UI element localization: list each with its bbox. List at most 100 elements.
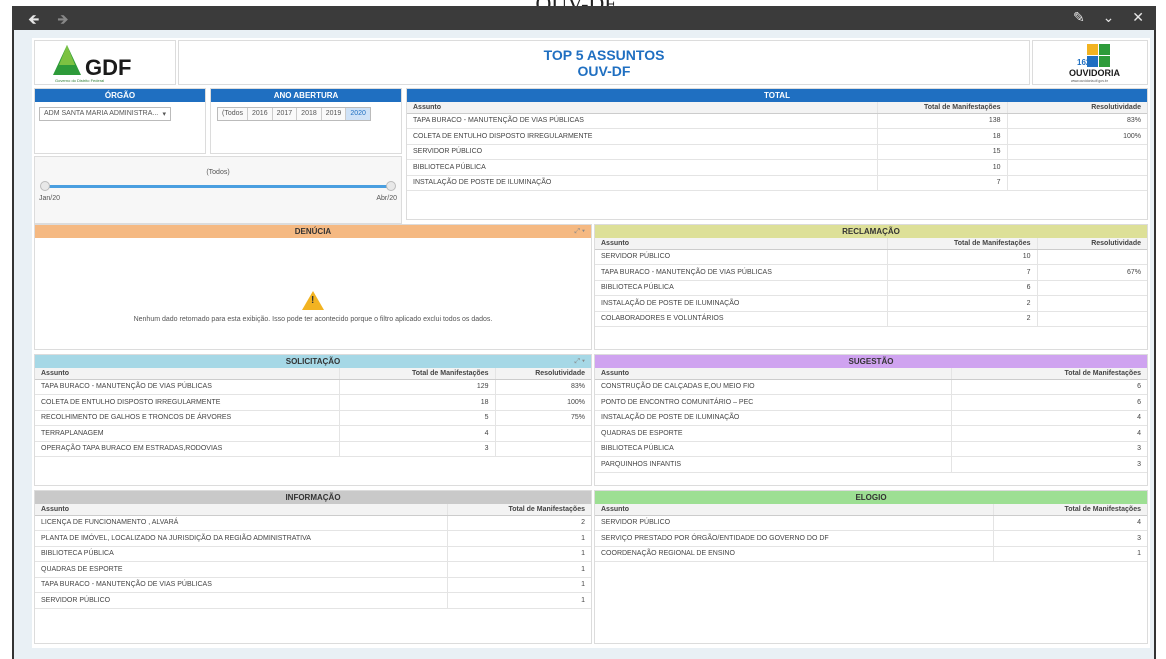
table-row[interactable]: PARQUINHOS INFANTIS 3	[595, 456, 1147, 473]
table-cell: BIBLIOTECA PÚBLICA	[407, 159, 877, 176]
table-cell: COLABORADORES E VOLUNTÁRIOS	[595, 311, 887, 327]
back-arrow-icon[interactable]: 🡸	[28, 11, 39, 27]
solicitacao-table: Assunto Total de Manifestações Resolutiv…	[35, 368, 591, 457]
table-row[interactable]: BIBLIOTECA PÚBLICA 10	[407, 159, 1147, 176]
table-cell: QUADRAS DE ESPORTE	[595, 425, 951, 442]
chevron-down-icon[interactable]: ⌄	[1103, 9, 1115, 25]
year-option-2019[interactable]: 2019	[322, 108, 347, 120]
table-cell: 4	[950, 410, 1147, 426]
table-row[interactable]: QUADRAS DE ESPORTE 4	[595, 425, 1147, 442]
table-row[interactable]: PONTO DE ENCONTRO COMUNITÁRIO – PEC 6	[595, 394, 1147, 411]
column-header[interactable]: Assunto	[595, 238, 887, 250]
column-header[interactable]: Assunto	[595, 504, 993, 516]
column-header[interactable]: Total de Manifestações	[876, 102, 1007, 114]
column-header[interactable]: Total de Manifestações	[886, 238, 1037, 250]
denuncia-header: DENÚCIA ⤢ ▾	[35, 225, 591, 238]
window-toolbar: 🡸 🡺 ✎ ⌄ ✕	[12, 6, 1156, 30]
table-row[interactable]: SERVIDOR PÚBLICO 4	[595, 515, 1147, 531]
table-row[interactable]: TAPA BURACO - MANUTENÇÃO DE VIAS PÚBLICA…	[35, 577, 591, 593]
table-cell	[494, 425, 591, 442]
expand-icon[interactable]: ⤢ ▾	[575, 225, 586, 238]
expand-icon[interactable]: ⤢ ▾	[575, 355, 586, 368]
table-row[interactable]: COLETA DE ENTULHO DISPOSTO IRREGULARMENT…	[407, 128, 1147, 145]
edit-pencil-icon[interactable]: ✎	[1073, 9, 1085, 25]
table-cell: 10	[876, 159, 1007, 176]
elogio-panel: ELOGIO Assunto Total de Manifestações SE…	[594, 490, 1148, 644]
table-row[interactable]: COLABORADORES E VOLUNTÁRIOS 2	[595, 311, 1147, 327]
chevron-down-icon: ▾	[162, 111, 166, 118]
slider-track[interactable]	[45, 185, 391, 188]
table-cell: 2	[886, 295, 1037, 312]
table-cell: COLETA DE ENTULHO DISPOSTO IRREGULARMENT…	[35, 394, 339, 411]
table-row[interactable]: QUADRAS DE ESPORTE 1	[35, 561, 591, 578]
table-row[interactable]: TAPA BURACO - MANUTENÇÃO DE VIAS PÚBLICA…	[595, 264, 1147, 281]
table-row[interactable]: INSTALAÇÃO DE POSTE DE ILUMINAÇÃO 4	[595, 410, 1147, 426]
column-header[interactable]: Assunto	[407, 102, 877, 114]
table-row[interactable]: COLETA DE ENTULHO DISPOSTO IRREGULARMENT…	[35, 394, 591, 411]
table-cell: 129	[338, 379, 495, 395]
year-option-2018[interactable]: 2018	[297, 108, 322, 120]
table-cell	[1036, 295, 1147, 312]
year-option-2020[interactable]: 2020	[346, 108, 370, 120]
table-row[interactable]: OPERAÇÃO TAPA BURACO EM ESTRADAS,RODOVIA…	[35, 441, 591, 457]
forward-arrow-icon[interactable]: 🡺	[57, 11, 68, 27]
table-row[interactable]: SERVIDOR PÚBLICO 1	[35, 592, 591, 609]
table-row[interactable]: TAPA BURACO - MANUTENÇÃO DE VIAS PÚBLICA…	[35, 379, 591, 395]
column-header[interactable]: Assunto	[35, 368, 339, 380]
column-header[interactable]: Total de Manifestações	[992, 504, 1147, 516]
column-header[interactable]: Assunto	[595, 368, 951, 380]
dashboard-title: TOP 5 ASSUNTOS	[543, 47, 665, 63]
dashboard: GDF Governo do Distrito Federal TOP 5 AS…	[32, 38, 1150, 648]
year-option-2016[interactable]: 2016	[248, 108, 273, 120]
year-option-todos[interactable]: (Todos	[218, 108, 249, 120]
table-row[interactable]: LICENÇA DE FUNCIONAMENTO , ALVARÁ 2	[35, 515, 591, 531]
column-header[interactable]: Resolutividade	[494, 368, 591, 380]
table-cell: SERVIÇO PRESTADO POR ÓRGÃO/ENTIDADE DO G…	[595, 530, 993, 547]
column-header[interactable]: Total de Manifestações	[338, 368, 495, 380]
table-row[interactable]: INSTALAÇÃO DE POSTE DE ILUMINAÇÃO 2	[595, 295, 1147, 312]
informacao-header: INFORMAÇÃO	[35, 491, 591, 504]
table-row[interactable]: BIBLIOTECA PÚBLICA 6	[595, 280, 1147, 296]
solicitacao-header: SOLICITAÇÃO ⤢ ▾	[35, 355, 591, 368]
table-row[interactable]: CONSTRUÇÃO DE CALÇADAS E,OU MEIO FIO 6	[595, 379, 1147, 395]
close-icon[interactable]: ✕	[1132, 9, 1144, 25]
table-cell: 3	[950, 441, 1147, 457]
table-row[interactable]: SERVIDOR PÚBLICO 10	[595, 249, 1147, 265]
table-cell: INSTALAÇÃO DE POSTE DE ILUMINAÇÃO	[407, 175, 877, 191]
table-cell	[1036, 249, 1147, 265]
table-cell: SERVIDOR PÚBLICO	[407, 144, 877, 160]
table-cell: CONSTRUÇÃO DE CALÇADAS E,OU MEIO FIO	[595, 379, 951, 395]
table-row[interactable]: SERVIDOR PÚBLICO 15	[407, 144, 1147, 160]
table-row[interactable]: INSTALAÇÃO DE POSTE DE ILUMINAÇÃO 7	[407, 175, 1147, 191]
table-row[interactable]: BIBLIOTECA PÚBLICA 1	[35, 546, 591, 562]
table-row[interactable]: COORDENAÇÃO REGIONAL DE ENSINO 1	[595, 546, 1147, 562]
year-option-2017[interactable]: 2017	[273, 108, 298, 120]
reclamacao-panel: RECLAMAÇÃO Assunto Total de Manifestaçõe…	[594, 224, 1148, 350]
table-cell	[1006, 144, 1147, 160]
table-cell	[1006, 175, 1147, 191]
column-header[interactable]: Resolutividade	[1006, 102, 1147, 114]
elogio-header: ELOGIO	[595, 491, 1147, 504]
table-cell	[1036, 280, 1147, 296]
table-cell: 75%	[494, 410, 591, 426]
dashboard-frame: GDF Governo do Distrito Federal TOP 5 AS…	[12, 30, 1156, 659]
table-cell: PARQUINHOS INFANTIS	[595, 456, 951, 473]
table-row[interactable]: SERVIÇO PRESTADO POR ÓRGÃO/ENTIDADE DO G…	[595, 530, 1147, 547]
table-cell: SERVIDOR PÚBLICO	[595, 515, 993, 531]
table-row[interactable]: PLANTA DE IMÓVEL, LOCALIZADO NA JURISDIÇ…	[35, 530, 591, 547]
table-row[interactable]: RECOLHIMENTO DE GALHOS E TRONCOS DE ÁRVO…	[35, 410, 591, 426]
ano-filter-header: ANO ABERTURA	[211, 89, 401, 102]
table-row[interactable]: TERRAPLANAGEM 4	[35, 425, 591, 442]
slider-start-handle[interactable]	[40, 181, 50, 191]
table-row[interactable]: BIBLIOTECA PÚBLICA 3	[595, 441, 1147, 457]
table-cell: OPERAÇÃO TAPA BURACO EM ESTRADAS,RODOVIA…	[35, 441, 339, 457]
slider-end-handle[interactable]	[386, 181, 396, 191]
column-header[interactable]: Assunto	[35, 504, 447, 516]
table-row[interactable]: TAPA BURACO - MANUTENÇÃO DE VIAS PÚBLICA…	[407, 113, 1147, 129]
column-header[interactable]: Total de Manifestações	[950, 368, 1147, 380]
orgao-filter-header: ÓRGÃO	[35, 89, 205, 102]
slider-label: (Todos)	[206, 169, 230, 176]
column-header[interactable]: Total de Manifestações	[446, 504, 591, 516]
column-header[interactable]: Resolutividade	[1036, 238, 1147, 250]
orgao-dropdown[interactable]: ADM SANTA MARIA ADMINISTRA... ▾	[39, 107, 171, 121]
